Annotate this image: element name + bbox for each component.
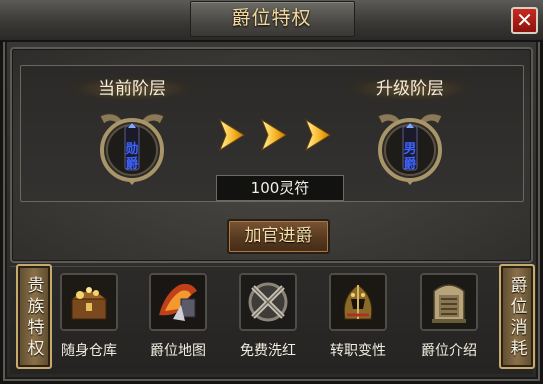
tab-char: 特	[27, 318, 45, 338]
feature-class-change[interactable]: 转职变性	[323, 273, 393, 361]
next-rank-char-1: 男	[403, 142, 417, 157]
feature-free-wash-red[interactable]: 免费洗红	[233, 273, 303, 361]
helmet-icon	[329, 273, 387, 331]
tab-char: 位	[510, 297, 528, 317]
tab-char: 权	[27, 339, 45, 359]
tablet-icon	[420, 273, 478, 331]
noble-privileges-tab[interactable]: 贵 族 特 权	[16, 264, 52, 369]
current-rank-char-1: 勋	[125, 142, 139, 157]
tab-char: 贵	[27, 276, 45, 296]
arrow-icon	[260, 118, 287, 152]
next-rank-char-2: 爵	[403, 157, 417, 172]
feature-rank-map[interactable]: 爵位地图	[143, 273, 213, 361]
next-rank-label: 升级阶层	[345, 76, 475, 102]
arrow-icon	[218, 118, 245, 152]
tab-char: 爵	[510, 276, 528, 296]
feature-rank-intro[interactable]: 爵位介绍	[414, 273, 484, 361]
feature-label: 转职变性	[330, 343, 386, 359]
tab-char: 消	[510, 318, 528, 338]
arrow-icon	[304, 118, 331, 152]
feature-label: 随身仓库	[61, 343, 117, 359]
feature-label: 爵位地图	[150, 343, 206, 359]
current-rank-label: 当前阶层	[67, 76, 197, 102]
rank-cost-tab[interactable]: 爵 位 消 耗	[499, 264, 535, 369]
feature-label: 爵位介绍	[421, 343, 477, 359]
map-icon	[149, 273, 207, 331]
current-rank-char-2: 爵	[125, 157, 139, 172]
upgrade-rank-button[interactable]: 加官进爵	[227, 219, 330, 254]
tab-char: 族	[27, 297, 45, 317]
feature-portable-warehouse[interactable]: 随身仓库	[54, 273, 124, 361]
upgrade-cost: 100灵符	[216, 175, 344, 201]
feature-label: 免费洗红	[240, 343, 296, 359]
treasure-chest-icon	[60, 273, 118, 331]
close-button[interactable]: ✕	[511, 7, 538, 34]
crossed-swords-icon	[239, 273, 297, 331]
tab-char: 耗	[510, 339, 528, 359]
window-title: 爵位特权	[231, 7, 312, 29]
